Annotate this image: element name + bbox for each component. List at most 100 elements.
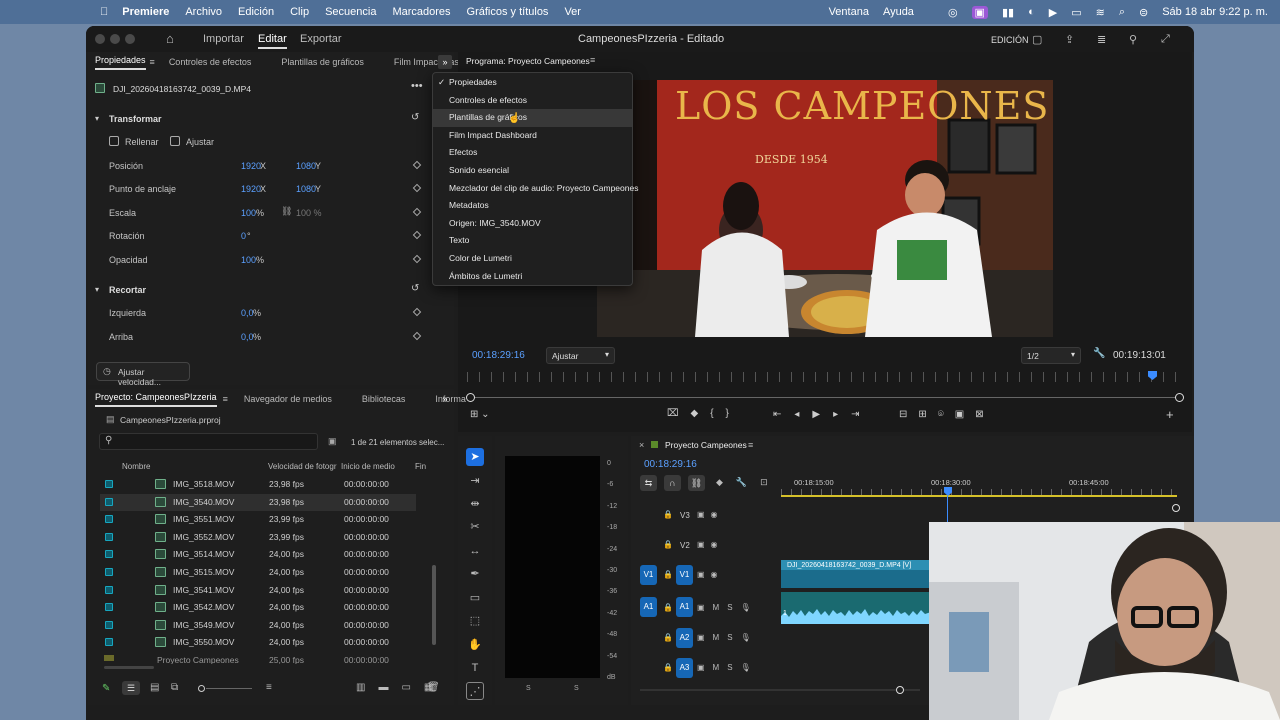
sort-icon[interactable]: ≡ <box>266 682 272 693</box>
pencil-icon[interactable]: ✎ <box>102 683 110 694</box>
queue-icon[interactable]: ≣ <box>1097 33 1106 46</box>
label-color-checkbox[interactable] <box>105 515 113 524</box>
play-status-icon[interactable]: ▶ <box>1049 6 1057 19</box>
track-v2-toggles[interactable]: ▣◉ <box>697 540 724 549</box>
find-icon[interactable]: ⚲ <box>1129 33 1137 46</box>
solo-left[interactable]: S <box>526 685 531 692</box>
menu-item-controles[interactable]: Controles de efectos <box>433 92 632 110</box>
list-item[interactable]: IMG_3552.MOV 23,99 fps 00:00:00:00 <box>100 529 416 547</box>
battery-icon[interactable]: ▭ <box>1071 6 1081 19</box>
track-a1-toggles[interactable]: ▣MS🎙 <box>697 603 759 612</box>
link-icon[interactable]: ⛓ <box>281 206 292 217</box>
track-a2[interactable]: A2 <box>676 628 693 648</box>
track-v1[interactable]: V1 <box>676 565 693 585</box>
list-item[interactable]: IMG_3542.MOV 24,00 fps 00:00:00:00 <box>100 599 416 617</box>
bin-icon[interactable]: ▣ <box>328 436 337 447</box>
reset-icon[interactable]: ↺ <box>411 283 419 294</box>
anchor-y-value[interactable]: 1080 <box>296 184 316 194</box>
list-item[interactable]: IMG_3541.MOV 24,00 fps 00:00:00:00 <box>100 582 416 600</box>
track-v3-toggles[interactable]: ▣◉ <box>697 510 724 519</box>
menu-graficos[interactable]: Gráficos y títulos <box>467 6 549 18</box>
more-tabs-button[interactable]: » <box>438 55 452 69</box>
icon-view-icon[interactable]: ▤ <box>150 682 159 693</box>
lock-icon[interactable]: 🔒 <box>663 570 673 579</box>
label-color-checkbox[interactable] <box>105 638 113 647</box>
label-color-checkbox[interactable] <box>105 480 113 488</box>
fit-icon[interactable] <box>170 136 180 146</box>
hand-icon[interactable]: ✋ <box>466 636 484 654</box>
selection-tool-icon[interactable]: ➤ <box>466 448 484 466</box>
program-tab[interactable]: Programa: Proyecto Campeones <box>466 56 590 66</box>
crop-left-value[interactable]: 0,0 <box>241 308 254 318</box>
razor-icon[interactable]: ✂ <box>466 518 484 536</box>
tab-navegador[interactable]: Navegador de medios <box>244 394 332 404</box>
label-color-checkbox[interactable] <box>105 620 113 629</box>
wrench-icon[interactable]: 🔧 <box>1093 348 1105 359</box>
settings-icon[interactable]: ⊞ ⌄ <box>470 409 490 420</box>
lock-icon[interactable]: 🔒 <box>663 663 673 672</box>
timeline-tool-icons[interactable]: ◆🔧⊡ <box>716 477 781 488</box>
lock-icon[interactable]: 🔒 <box>663 540 673 549</box>
list-view-icon[interactable]: ☰ <box>122 681 140 695</box>
list-item[interactable]: IMG_3540.MOV 23,98 fps 00:00:00:00 <box>100 493 416 512</box>
close-tab-icon[interactable]: × <box>639 440 644 450</box>
linked-select-icon[interactable]: ⛓ <box>688 475 705 491</box>
source-a1-button[interactable]: A1 <box>640 597 657 617</box>
speed-button[interactable]: ◷ Ajustar velocidad... <box>96 362 190 387</box>
transform-tool-icon[interactable]: ⬚ <box>466 612 484 630</box>
tab-controles-efectos[interactable]: Controles de efectos <box>169 57 252 67</box>
timeline-hscrollbar[interactable] <box>640 689 920 691</box>
wifi-icon[interactable]: ≋ <box>1096 6 1105 19</box>
col-nombre[interactable]: Nombre <box>122 462 150 471</box>
track-select-icon[interactable]: ⇥ <box>466 472 484 490</box>
list-item[interactable]: IMG_3549.MOV 24,00 fps 00:00:00:00 <box>100 617 416 635</box>
list-item[interactable]: IMG_3515.MOV 24,00 fps 00:00:00:00 <box>100 564 416 582</box>
zoom-window-button[interactable] <box>125 34 135 44</box>
anchor-x-value[interactable]: 1920 <box>241 184 261 194</box>
chevron-down-icon[interactable]: ▾ <box>95 114 99 123</box>
zoom-slider-handle[interactable] <box>198 685 205 692</box>
scale-value[interactable]: 100 <box>241 208 256 218</box>
type-tool-icon[interactable]: T <box>466 659 484 677</box>
list-item-partial[interactable]: Proyecto Campeones 25,00 fps 00:00:00:00 <box>100 652 416 664</box>
apple-icon[interactable]:  <box>100 6 108 18</box>
nest-icon[interactable]: ⇆ <box>640 475 657 491</box>
track-a2-toggles[interactable]: ▣MS🎙 <box>697 633 759 642</box>
program-timecode[interactable]: 00:18:29:16 <box>472 350 525 361</box>
menu-item-plantillas[interactable]: Plantillas de gráficos <box>433 109 632 127</box>
menu-item-metadatos[interactable]: Metadatos <box>433 197 632 215</box>
timeline-menu-icon[interactable]: ≡ <box>748 440 753 450</box>
label-color-checkbox[interactable] <box>105 568 113 576</box>
status-icon-4[interactable]: ◐ <box>1028 6 1035 18</box>
timeline-tab[interactable]: Proyecto Campeones <box>665 440 747 450</box>
tab-importar[interactable]: Importar <box>203 33 244 45</box>
label-color-checkbox[interactable] <box>105 532 113 541</box>
clock[interactable]: Sáb 18 abr 9:22 p. m. <box>1162 6 1268 18</box>
col-fin[interactable]: Fin <box>415 462 426 471</box>
tab-plantillas[interactable]: Plantillas de gráficos <box>281 57 364 67</box>
menu-secuencia[interactable]: Secuencia <box>325 6 376 18</box>
tab-proyecto[interactable]: Proyecto: CampeonesPIzzeria <box>95 392 217 407</box>
track-a3-toggles[interactable]: ▣MS🎙 <box>697 663 759 672</box>
lock-icon[interactable]: 🔒 <box>663 510 673 519</box>
solo-right[interactable]: S <box>574 685 579 692</box>
menu-item-color-lumetri[interactable]: Color de Lumetri <box>433 250 632 268</box>
list-item[interactable]: IMG_3518.MOV 23,98 fps 00:00:00:00 <box>100 476 416 494</box>
fit-label[interactable]: Ajustar <box>186 137 214 147</box>
transport-left-icons[interactable]: ⌧◆{} <box>667 408 741 419</box>
zoom-slider-track[interactable] <box>206 688 252 689</box>
program-ruler[interactable] <box>467 372 1183 382</box>
status-icon-3[interactable]: ▮▮ <box>1002 6 1014 19</box>
label-color-checkbox[interactable] <box>105 497 113 506</box>
menu-ventana[interactable]: Ventana <box>829 6 869 18</box>
col-fps[interactable]: Velocidad de fotogr <box>268 462 337 471</box>
home-icon[interactable]: ⌂ <box>166 31 174 46</box>
col-inicio[interactable]: Inicio de medio <box>341 462 395 471</box>
track-a1[interactable]: A1 <box>676 597 693 617</box>
label-color-checkbox[interactable] <box>105 550 113 559</box>
track-v3[interactable]: V3 <box>680 511 690 520</box>
menu-item-origen[interactable]: Origen: IMG_3540.MOV <box>433 215 632 233</box>
workspace-label[interactable]: EDICIÓN <box>991 35 1029 45</box>
trash-icon[interactable]: 🗑 <box>427 682 440 693</box>
work-area-bar[interactable] <box>781 495 1177 497</box>
